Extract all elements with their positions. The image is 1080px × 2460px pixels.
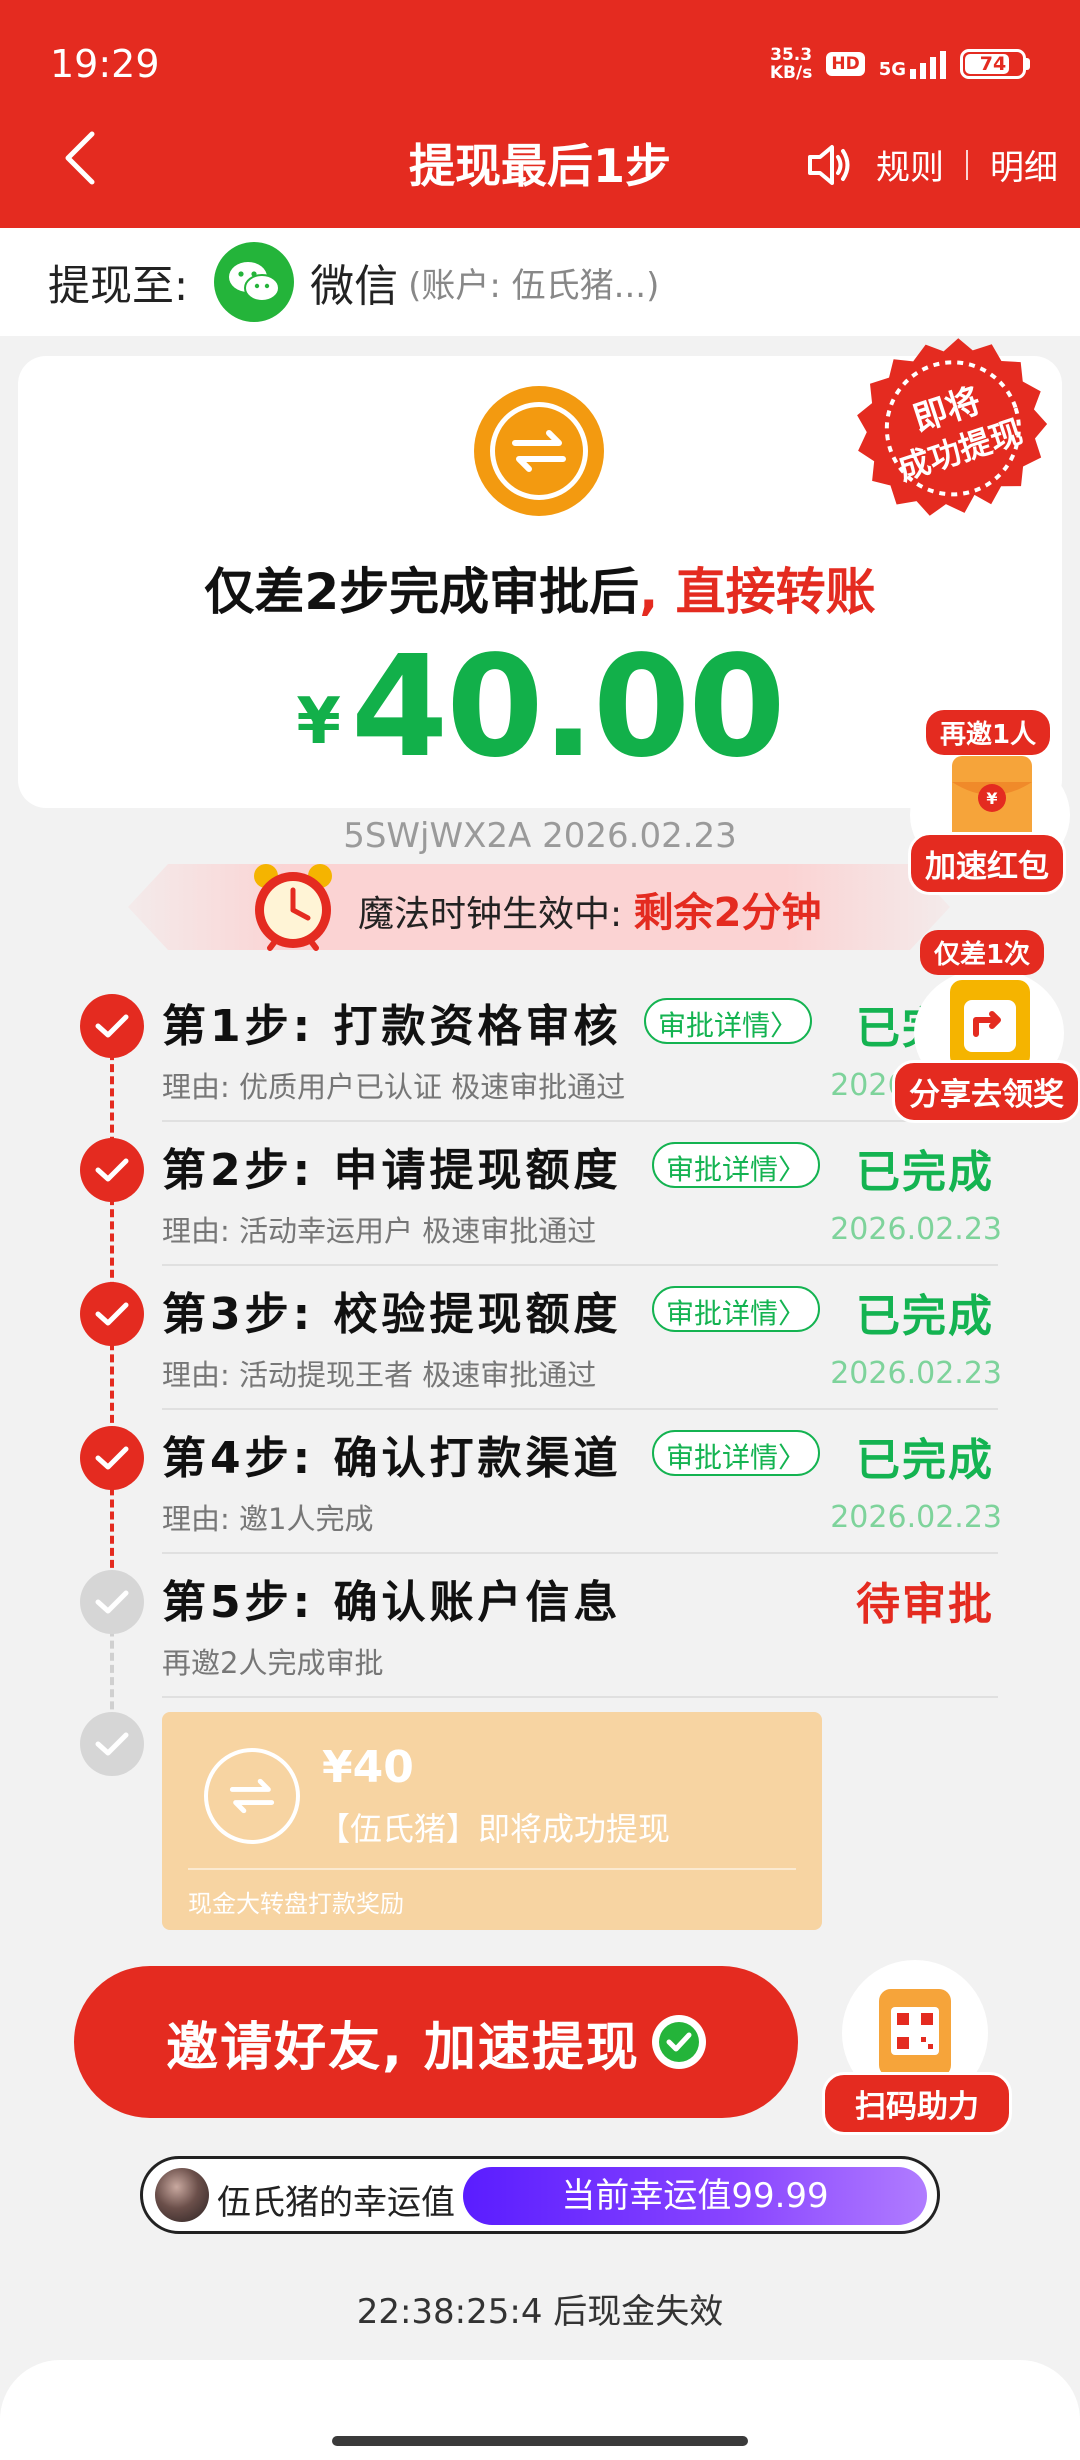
share-tag: 仅差1次: [920, 930, 1045, 975]
transfer-icon: [204, 1748, 300, 1844]
hd-badge: HD: [826, 52, 865, 76]
preview-text: 【伍氏猪】即将成功提现: [318, 1810, 671, 1848]
details-link[interactable]: 明细: [990, 140, 1058, 189]
preview-amount: ¥40: [322, 1742, 414, 1793]
step-status: 已完成: [856, 1147, 994, 1198]
check-icon: [80, 1570, 144, 1634]
check-icon: [80, 1138, 144, 1202]
pending-check-icon: [80, 1712, 144, 1776]
transfer-icon: [474, 386, 604, 516]
step-title: 第2步: 申请提现额度: [162, 1145, 622, 1196]
expiry-countdown: 22:38:25:4 后现金失效: [356, 2292, 724, 2332]
svg-text:¥: ¥: [986, 789, 997, 808]
clock-remaining: 剩余2分钟: [633, 890, 822, 936]
invite-button-label: 邀请好友, 加速提现: [166, 2017, 640, 2078]
step-item: 第3步: 校验提现额度 审批详情〉 已完成 理由: 活动提现王者 极速审批通过 …: [0, 1268, 1080, 1410]
status-time: 19:29: [50, 42, 160, 86]
step-reason: 再邀2人完成审批: [162, 1646, 384, 1680]
approval-detail-button[interactable]: 审批详情〉: [644, 998, 813, 1044]
preview-note: 现金大转盘打款奖励: [188, 1890, 404, 1918]
nav-divider: [966, 149, 968, 180]
check-icon: [80, 1426, 144, 1490]
check-icon: [80, 994, 144, 1058]
net-speed-value: 35.3: [770, 45, 813, 65]
invite-friends-button[interactable]: 邀请好友, 加速提现: [74, 1966, 798, 2118]
scan-help-widget[interactable]: 扫码助力: [822, 1960, 1012, 2135]
withdraw-to-label: 提现至:: [48, 260, 189, 310]
withdraw-method: 微信: [310, 261, 399, 312]
avatar: [155, 2168, 209, 2222]
luck-value-bar: 伍氏猪的幸运值 当前幸运值99.99: [140, 2156, 940, 2234]
wechat-icon: [214, 242, 295, 322]
step-status: 已完成: [856, 1291, 994, 1342]
withdraw-amount: ¥40.00: [18, 626, 1062, 789]
alarm-clock-icon: [254, 864, 332, 951]
step-status: 待审批: [856, 1579, 994, 1630]
home-indicator[interactable]: [332, 2436, 748, 2446]
speaker-icon[interactable]: [806, 143, 852, 187]
battery-icon: 74: [960, 49, 1030, 79]
step-title: 第1步: 打款资格审核: [162, 1001, 622, 1052]
nav-actions: 规则 明细: [806, 140, 1058, 189]
step-title: 第4步: 确认打款渠道: [162, 1433, 622, 1484]
step-title: 第3步: 校验提现额度: [162, 1289, 622, 1340]
step-item: 第5步: 确认账户信息 待审批 再邀2人完成审批: [0, 1556, 1080, 1698]
rules-link[interactable]: 规则: [876, 140, 944, 189]
wechat-icon: [651, 2015, 706, 2069]
withdraw-account: (账户: 伍氏猪...): [408, 265, 660, 306]
clock-label: 魔法时钟生效中:: [358, 894, 634, 935]
header-bar: 19:29 35.3 KB/s HD 5G 74 提现最后1步 规则 明细: [0, 0, 1080, 228]
withdraw-target-row[interactable]: 提现至: 微信 (账户: 伍氏猪...): [0, 228, 1080, 336]
step-status: 已完成: [856, 1435, 994, 1486]
step-date: 2026.02.23: [830, 1500, 1002, 1535]
qr-code-icon: [879, 1989, 951, 2077]
step-date: 2026.02.23: [830, 1356, 1002, 1391]
status-icons: 35.3 KB/s HD 5G 74: [770, 46, 1030, 82]
luck-owner: 伍氏猪的幸运值: [217, 2183, 455, 2223]
step-item: 第4步: 确认打款渠道 审批详情〉 已完成 理由: 邀1人完成 2026.02.…: [0, 1412, 1080, 1554]
share-icon: [950, 980, 1030, 1068]
step-item: 第2步: 申请提现额度 审批详情〉 已完成 理由: 活动幸运用户 极速审批通过 …: [0, 1124, 1080, 1266]
step-reason: 理由: 邀1人完成: [162, 1502, 374, 1536]
step-reason: 理由: 活动提现王者 极速审批通过: [162, 1358, 597, 1392]
headline-suffix: , 直接转账: [639, 563, 876, 621]
redpacket-tag: 再邀1人: [926, 710, 1051, 755]
net-speed: 35.3 KB/s: [770, 46, 812, 82]
scan-help-label: 扫码助力: [822, 2072, 1012, 2135]
battery-level: 74: [979, 53, 1007, 75]
approval-detail-button[interactable]: 审批详情〉: [652, 1430, 821, 1476]
redpacket-label: 加速红包: [908, 832, 1066, 895]
approval-detail-button[interactable]: 审批详情〉: [652, 1142, 821, 1188]
share-reward-widget[interactable]: 仅差1次 分享去领奖: [892, 930, 1080, 1123]
approval-detail-button[interactable]: 审批详情〉: [652, 1286, 821, 1332]
check-icon: [80, 1282, 144, 1346]
step-title: 第5步: 确认账户信息: [162, 1577, 622, 1628]
success-seal-badge: 即将 成功提现: [857, 338, 1048, 516]
step-date: 2026.02.23: [830, 1212, 1002, 1247]
currency-symbol: ¥: [296, 685, 341, 759]
magic-clock-banner: 魔法时钟生效中: 剩余2分钟: [128, 864, 950, 951]
clock-status-text: 魔法时钟生效中: 剩余2分钟: [358, 880, 821, 938]
amount-value: 40.00: [350, 626, 786, 789]
step-reason: 理由: 优质用户已认证 极速审批通过: [162, 1070, 626, 1104]
signal-icon: 5G: [879, 49, 946, 79]
headline-prefix: 仅差2步完成审批后: [204, 563, 640, 621]
withdraw-preview-card: ¥40 【伍氏猪】即将成功提现 现金大转盘打款奖励: [162, 1712, 822, 1930]
net-speed-unit: KB/s: [769, 63, 813, 83]
step-reason: 理由: 活动幸运用户 极速审批通过: [162, 1214, 597, 1248]
card-headline: 仅差2步完成审批后, 直接转账: [18, 552, 1062, 624]
speed-redpacket-widget[interactable]: ¥ 再邀1人 加速红包: [908, 710, 1076, 895]
share-label: 分享去领奖: [892, 1060, 1080, 1123]
luck-value: 当前幸运值99.99: [463, 2167, 927, 2225]
network-type: 5G: [878, 59, 906, 80]
